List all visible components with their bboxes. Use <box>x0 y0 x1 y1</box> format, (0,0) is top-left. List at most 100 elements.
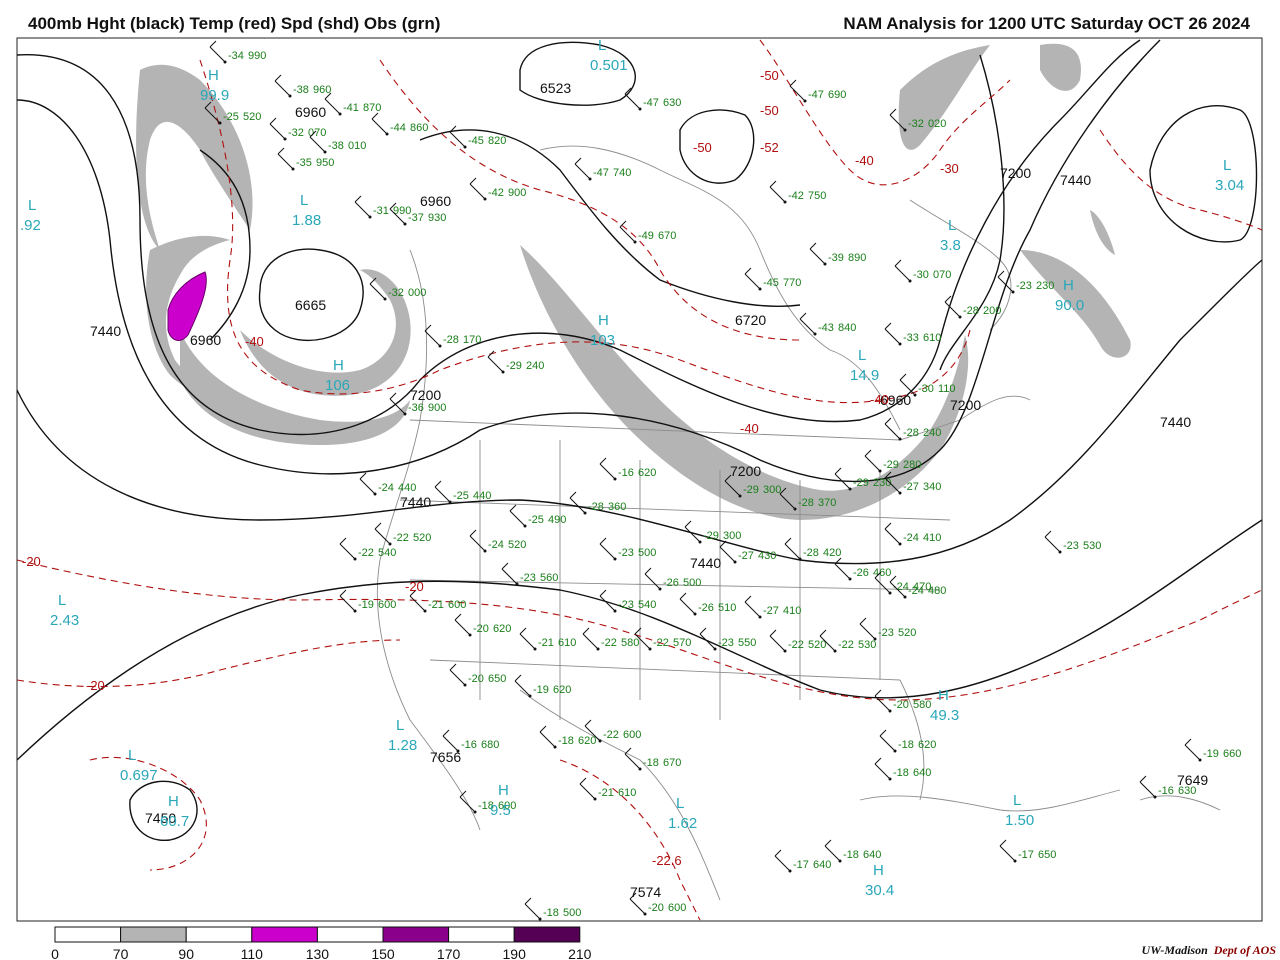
speed-center-value: 1.50 <box>1005 812 1034 829</box>
speed-center-symbol: H <box>873 862 884 879</box>
station-dot <box>803 99 807 103</box>
obs-height: 530 <box>858 639 876 651</box>
obs-temperature: -44 <box>390 122 406 134</box>
station-dot <box>1198 758 1202 762</box>
obs-height: 410 <box>783 605 801 617</box>
station-dot <box>385 132 389 136</box>
station-dot <box>643 912 647 916</box>
speed-center-symbol: L <box>28 197 36 214</box>
station-dot <box>898 491 902 495</box>
obs-temperature: -23 <box>520 572 536 584</box>
station-dot <box>908 279 912 283</box>
speed-center-symbol: L <box>1223 157 1231 174</box>
obs-temperature: -35 <box>296 157 312 169</box>
obs-temperature: -30 <box>913 269 929 281</box>
obs-height: 240 <box>923 427 941 439</box>
obs-height: 620 <box>638 467 656 479</box>
speed-center-value: 14.9 <box>850 367 879 384</box>
obs-temperature: -28 <box>798 497 814 509</box>
station-dot <box>888 591 892 595</box>
obs-temperature: -26 <box>663 577 679 589</box>
obs-height: 770 <box>783 277 801 289</box>
speed-center-value: 1.88 <box>292 212 321 229</box>
obs-temperature: -18 <box>643 757 659 769</box>
height-label: 6720 <box>735 312 766 328</box>
speed-center-value: 0.501 <box>590 57 628 74</box>
speed-center-symbol: H <box>1063 277 1074 294</box>
speed-center-symbol: L <box>396 717 404 734</box>
obs-height: 580 <box>913 699 931 711</box>
station-dot <box>218 121 222 125</box>
station-dot <box>383 297 387 301</box>
colorbar-tick-label: 130 <box>306 946 330 960</box>
obs-temperature: -28 <box>803 547 819 559</box>
obs-height: 010 <box>348 140 366 152</box>
obs-height: 750 <box>808 190 826 202</box>
obs-height: 570 <box>673 637 691 649</box>
station-dot <box>848 577 852 581</box>
temperature-label: -30 <box>940 161 959 176</box>
obs-height: 620 <box>918 739 936 751</box>
height-label: 6960 <box>190 332 221 348</box>
speed-center-symbol: L <box>858 347 866 364</box>
obs-height: 610 <box>558 637 576 649</box>
obs-height: 020 <box>928 118 946 130</box>
obs-temperature: -16 <box>461 739 477 751</box>
credit-org: UW-Madison <box>1141 943 1208 957</box>
obs-temperature: -29 <box>743 484 759 496</box>
obs-height: 630 <box>663 97 681 109</box>
temperature-label: -52 <box>760 140 779 155</box>
obs-temperature: -22 <box>358 547 374 559</box>
station-dot <box>515 582 519 586</box>
speed-center-value: 9.5 <box>490 802 511 819</box>
station-dot <box>533 647 537 651</box>
temperature-label: -20 <box>405 579 424 594</box>
obs-temperature: -32 <box>388 287 404 299</box>
colorbar-segment <box>448 926 515 943</box>
station-dot <box>833 649 837 653</box>
obs-height: 960 <box>313 84 331 96</box>
obs-temperature: -29 <box>506 360 522 372</box>
obs-temperature: -47 <box>593 167 609 179</box>
height-label: 7440 <box>1060 172 1091 188</box>
obs-temperature: -32 <box>908 118 924 130</box>
obs-height: 530 <box>1083 540 1101 552</box>
speed-center-value: 2.43 <box>50 612 79 629</box>
station-dot <box>1153 795 1157 799</box>
station-dot <box>793 507 797 511</box>
obs-temperature: -29 <box>883 459 899 471</box>
speed-center-value: 49.3 <box>930 707 959 724</box>
obs-height: 000 <box>408 287 426 299</box>
height-label: 7574 <box>630 884 661 900</box>
speed-colorbar: 0 70 90 110 130 150 170 190 210 <box>51 926 592 960</box>
station-dot <box>323 150 327 154</box>
obs-temperature: -37 <box>408 212 424 224</box>
station-dot <box>873 637 877 641</box>
station-dot <box>903 595 907 599</box>
obs-temperature: -22 <box>601 637 617 649</box>
obs-temperature: -30 <box>918 383 934 395</box>
station-dot <box>288 94 292 98</box>
speed-center-value: 99.9 <box>200 87 229 104</box>
station-dot <box>738 494 742 498</box>
obs-temperature: -18 <box>543 907 559 919</box>
station-dot <box>483 549 487 553</box>
speed-center-symbol: H <box>938 687 949 704</box>
colorbar-segment <box>185 926 253 943</box>
obs-height: 740 <box>613 167 631 179</box>
speed-center-symbol: H <box>598 312 609 329</box>
obs-temperature: -26 <box>698 602 714 614</box>
obs-temperature: -18 <box>843 849 859 861</box>
speed-center-symbol: H <box>333 357 344 374</box>
speed-center-symbol: L <box>948 217 956 234</box>
obs-height: 230 <box>1036 280 1054 292</box>
speed-center-value: 0.697 <box>120 767 158 784</box>
obs-height: 620 <box>578 735 596 747</box>
speed-center-value: 3.8 <box>940 237 961 254</box>
obs-temperature: -29 <box>703 530 719 542</box>
speed-center-symbol: L <box>598 37 606 54</box>
station-dot <box>448 500 452 504</box>
station-dot <box>291 167 295 171</box>
speed-center-symbol: L <box>128 747 136 764</box>
height-label: 7656 <box>430 749 461 765</box>
